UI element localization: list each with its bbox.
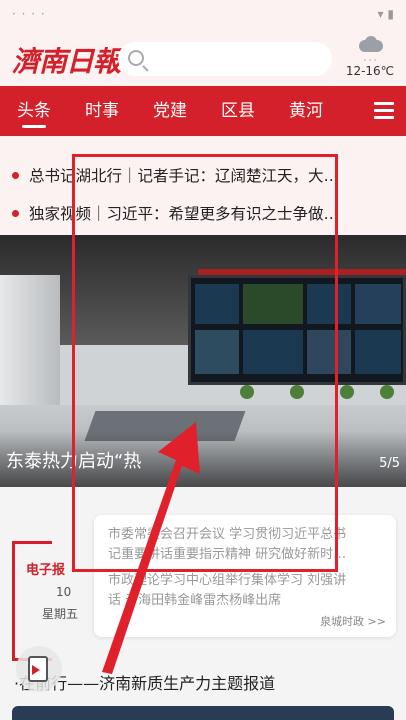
bullet-dot <box>12 171 19 179</box>
banner-caption: 东泰热力启动“热 <box>6 451 142 472</box>
banner-photo-screens <box>188 275 406 385</box>
epaper-title: 电子报 <box>26 563 66 578</box>
plant-shape <box>240 385 254 399</box>
floating-button[interactable] <box>16 646 62 692</box>
headline-item[interactable]: 总书记湖北行｜记者手记：辽阔楚江天，大… <box>0 156 406 194</box>
app-header: 濟南日報 ‚ ‚ ‚ 12-16℃ <box>0 28 406 86</box>
news-card-line: 记重要讲话重要指示精神 研究做好新时… <box>108 547 347 562</box>
news-card-line: 市委常委会召开会议 学习贯彻习近平总书 <box>108 527 347 542</box>
tab-dangjian[interactable]: 党建 <box>136 86 204 136</box>
special-report-banner[interactable] <box>12 706 394 720</box>
status-left: · · · · <box>12 7 46 21</box>
plant-shape <box>340 385 354 399</box>
news-card-item[interactable]: 市委常委会召开会议 学习贯彻习近平总书 记重要讲话重要指示精神 研究做好新时… <box>108 525 382 565</box>
headline-text: 独家视频｜习近平：希望更多有识之士争做… <box>29 205 340 223</box>
rain-drops: ‚ ‚ ‚ <box>363 53 377 62</box>
search-icon <box>128 50 144 66</box>
hamburger-menu-icon[interactable] <box>374 102 394 120</box>
news-card: 市委常委会召开会议 学习贯彻习近平总书 记重要讲话重要指示精神 研究做好新时… … <box>94 515 396 637</box>
epaper-weekday: 星期五 <box>42 607 79 621</box>
cloud-rain-icon <box>355 36 385 54</box>
headline-list: 总书记湖北行｜记者手记：辽阔楚江天，大… 独家视频｜习近平：希望更多有识之士争做… <box>0 136 406 234</box>
plant-shape <box>290 385 304 399</box>
temperature: 12-16℃ <box>345 64 395 78</box>
bullet-dot <box>12 209 19 217</box>
exit-reader-icon <box>28 656 48 682</box>
banner-counter: 5/5 <box>379 456 400 471</box>
epaper-day: 10 <box>56 585 72 599</box>
channel-nav: 头条 时事 党建 区县 黄河 <box>0 86 406 136</box>
status-right: ▾ ▮ <box>377 7 394 21</box>
weather-widget[interactable]: ‚ ‚ ‚ 12-16℃ <box>342 34 398 78</box>
status-bar: · · · · ▾ ▮ <box>0 0 406 28</box>
news-card-source-link[interactable]: 泉城时政 >> <box>320 613 386 629</box>
headline-item[interactable]: 独家视频｜习近平：希望更多有识之士争做… <box>0 194 406 232</box>
app-logo[interactable]: 濟南日報 <box>12 40 121 80</box>
headline-text: 总书记湖北行｜记者手记：辽阔楚江天，大… <box>29 167 340 185</box>
tab-shishi[interactable]: 时事 <box>68 86 136 136</box>
tab-toutiao[interactable]: 头条 <box>0 86 68 136</box>
news-card-item[interactable]: 市政理论学习中心组举行集体学习 刘强讲 话 于海田韩金峰雷杰杨峰出席 <box>108 571 382 611</box>
banner-carousel[interactable]: 东泰热力启动“热 5/5 <box>0 235 406 487</box>
epaper-section: 电子报 10 星期五 市委常委会召开会议 学习贯彻习近平总书 记重要讲话重要指示… <box>0 487 406 667</box>
tab-quxian[interactable]: 区县 <box>204 86 272 136</box>
plant-shape <box>380 385 394 399</box>
search-input[interactable] <box>118 42 332 76</box>
news-card-line: 话 于海田韩金峰雷杰杨峰出席 <box>108 593 282 608</box>
tab-huanghe[interactable]: 黄河 <box>272 86 340 136</box>
news-card-line: 市政理论学习中心组举行集体学习 刘强讲 <box>108 573 347 588</box>
